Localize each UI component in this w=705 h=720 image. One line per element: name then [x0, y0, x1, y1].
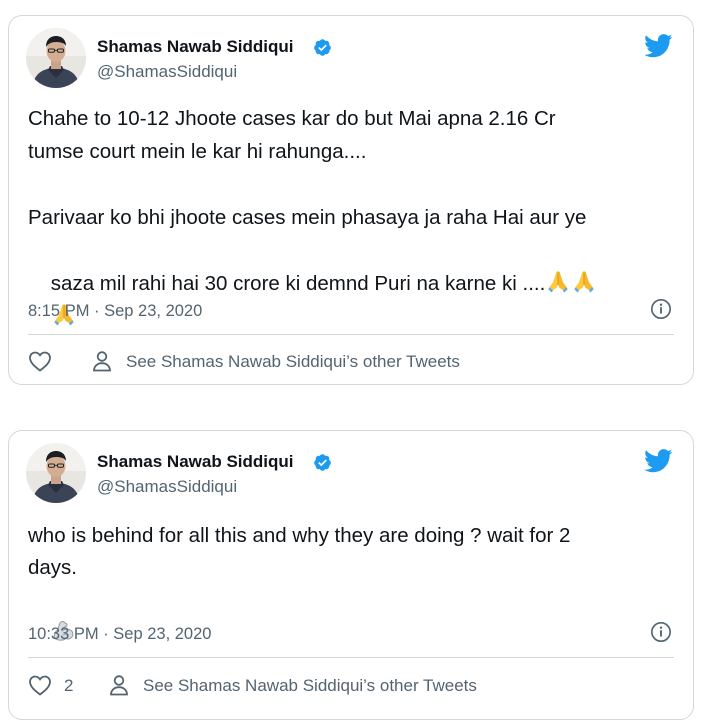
divider — [28, 657, 674, 658]
tweet-text-line: days. — [28, 556, 77, 579]
tweet-timestamp[interactable]: 8:15 PM · Sep 23, 2020 — [28, 301, 202, 321]
twitter-bird-icon[interactable] — [644, 34, 673, 58]
avatar-image — [26, 28, 86, 88]
tweet-card[interactable]: Shamas Nawab Siddiqui @ShamasSiddiqui Ch… — [8, 15, 694, 385]
twitter-bird-icon[interactable] — [644, 449, 673, 473]
avatar[interactable] — [26, 28, 86, 88]
see-other-tweets-link[interactable]: See Shamas Nawab Siddiqui’s other Tweets — [143, 676, 477, 696]
pray-emoji — [571, 268, 597, 294]
tweet-text-segment: saza mil rahi hai 30 crore ki demnd Puri… — [50, 272, 546, 295]
see-other-tweets-link[interactable]: See Shamas Nawab Siddiqui’s other Tweets — [126, 352, 460, 372]
heart-icon[interactable] — [28, 350, 52, 372]
person-icon — [92, 350, 112, 372]
tweet-text-line: who is behind for all this and why they … — [28, 524, 571, 547]
verified-badge-icon — [313, 453, 332, 472]
tweet-text-line: tumse court mein le kar hi rahunga.... — [28, 140, 367, 163]
verified-badge-icon — [313, 38, 332, 57]
avatar-image — [26, 443, 86, 503]
tweet-text-line: Parivaar ko bhi jhoote cases mein phasay… — [28, 206, 587, 229]
avatar[interactable] — [26, 443, 86, 503]
pray-emoji — [545, 268, 571, 294]
author-handle[interactable]: @ShamasSiddiqui — [97, 62, 237, 82]
like-count: 2 — [64, 676, 74, 695]
author-name[interactable]: Shamas Nawab Siddiqui — [97, 452, 294, 472]
author-name[interactable]: Shamas Nawab Siddiqui — [97, 37, 294, 57]
divider — [28, 334, 674, 335]
info-icon[interactable] — [650, 298, 672, 320]
author-handle[interactable]: @ShamasSiddiqui — [97, 477, 237, 497]
tweet-card[interactable]: Shamas Nawab Siddiqui @ShamasSiddiqui wh… — [8, 430, 694, 720]
heart-icon[interactable] — [28, 674, 52, 696]
tweet-timestamp[interactable]: 10:33 PM · Sep 23, 2020 — [28, 624, 211, 644]
info-icon[interactable] — [650, 621, 672, 643]
tweet-text-line: Chahe to 10-12 Jhoote cases kar do but M… — [28, 107, 556, 130]
person-icon — [109, 674, 129, 696]
